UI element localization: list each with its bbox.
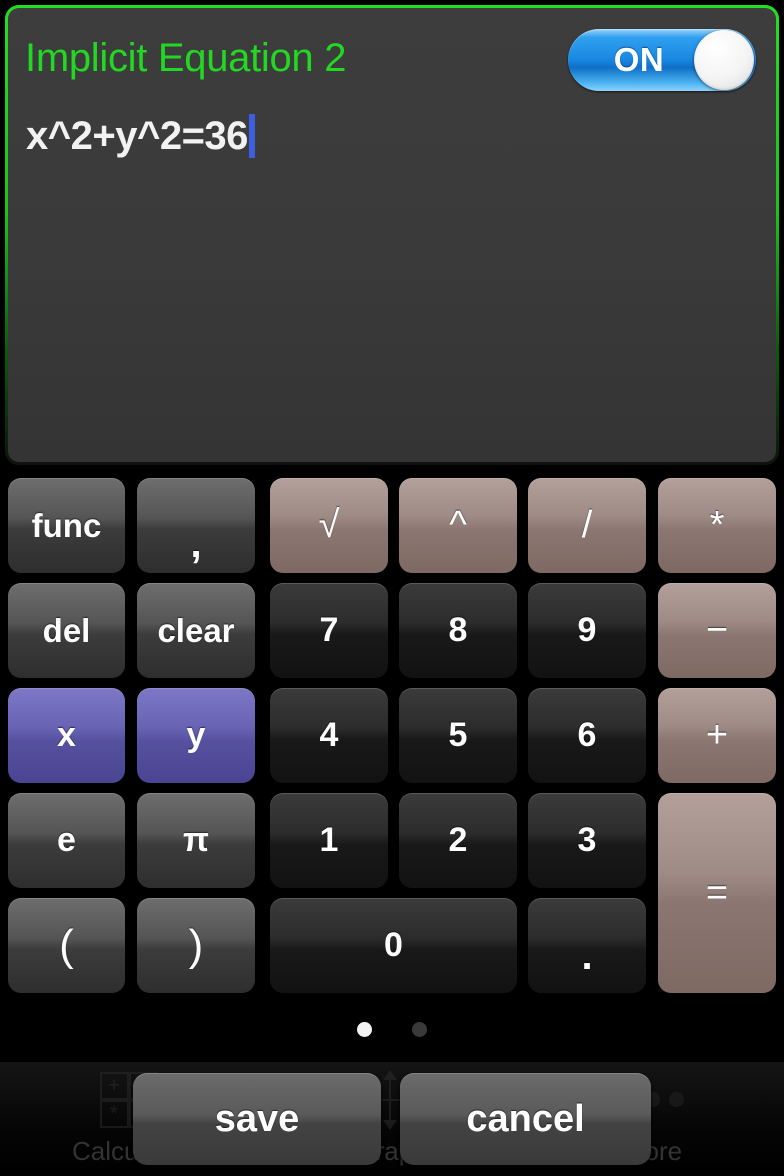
- page-dot-2[interactable]: [412, 1021, 427, 1037]
- keypad-page-indicator[interactable]: [0, 1018, 784, 1040]
- calculator-icon-cell: *: [99, 1099, 129, 1128]
- key-4[interactable]: 4: [270, 688, 388, 783]
- key-plus[interactable]: +: [658, 688, 776, 783]
- page-dot-1[interactable]: [357, 1021, 372, 1037]
- bottom-tab-bar: + − * = Calculator Graph More: [0, 1062, 784, 1176]
- equation-enabled-toggle[interactable]: ON: [568, 29, 756, 91]
- key-label: ^: [449, 504, 467, 546]
- key-label: +: [705, 714, 729, 756]
- key-label: 6: [577, 716, 597, 754]
- key-equals[interactable]: =: [658, 793, 776, 993]
- key-7[interactable]: 7: [270, 583, 388, 678]
- key-label: 2: [448, 821, 468, 859]
- key-5[interactable]: 5: [399, 688, 517, 783]
- key-decimal[interactable]: .: [528, 898, 646, 993]
- key-8[interactable]: 8: [399, 583, 517, 678]
- key-label: 7: [319, 611, 339, 649]
- toggle-on-label: ON: [613, 41, 665, 78]
- key-label: 0: [384, 926, 403, 964]
- key-label: 8: [448, 611, 468, 649]
- key-x[interactable]: x: [8, 688, 125, 783]
- key-sqrt[interactable]: √: [270, 478, 388, 573]
- key-label: 9: [577, 611, 597, 649]
- key-label: −: [705, 609, 729, 651]
- key-label: clear: [157, 611, 235, 649]
- key-caret[interactable]: ^: [399, 478, 517, 573]
- toggle-knob[interactable]: [694, 30, 754, 90]
- key-label: e: [57, 821, 76, 859]
- key-label: x: [57, 716, 76, 754]
- key-label: /: [581, 504, 593, 546]
- key-6[interactable]: 6: [528, 688, 646, 783]
- equation-editor-content: Implicit Equation 2 ON x^2+y^2=36: [8, 8, 776, 462]
- key-multiply[interactable]: *: [658, 478, 776, 573]
- key-label: π: [182, 821, 210, 859]
- key-label: 5: [448, 716, 468, 754]
- equation-input[interactable]: x^2+y^2=36: [26, 108, 255, 164]
- key-label: *: [709, 504, 725, 546]
- key-1[interactable]: 1: [270, 793, 388, 888]
- text-cursor: [248, 114, 255, 158]
- key-close-paren[interactable]: ): [137, 898, 255, 993]
- key-minus[interactable]: −: [658, 583, 776, 678]
- cancel-button[interactable]: cancel: [400, 1073, 651, 1165]
- key-label: (: [59, 920, 74, 970]
- key-label: =: [705, 871, 729, 914]
- key-comma[interactable]: ,: [137, 478, 255, 573]
- key-label: ): [188, 920, 204, 970]
- save-button[interactable]: save: [133, 1073, 381, 1165]
- key-label: √: [318, 504, 340, 546]
- key-label: 1: [319, 821, 339, 859]
- calculator-icon-cell: +: [99, 1071, 129, 1100]
- key-pi[interactable]: π: [137, 793, 255, 888]
- key-label: 4: [319, 716, 339, 754]
- key-label: del: [42, 611, 91, 649]
- key-divide[interactable]: /: [528, 478, 646, 573]
- keypad: func, √ ^ / * del clear 7 8 9 − x y 4 5 6 + e π 1 2 3 = () 0.: [0, 470, 784, 1005]
- key-label: y: [186, 716, 206, 754]
- key-label: 3: [577, 821, 597, 859]
- key-3[interactable]: 3: [528, 793, 646, 888]
- key-y[interactable]: y: [137, 688, 255, 783]
- key-func[interactable]: func: [8, 478, 125, 573]
- key-clear[interactable]: clear: [137, 583, 255, 678]
- key-9[interactable]: 9: [528, 583, 646, 678]
- key-label: .: [581, 934, 593, 978]
- equation-title: Implicit Equation 2: [25, 36, 347, 80]
- key-2[interactable]: 2: [399, 793, 517, 888]
- key-e[interactable]: e: [8, 793, 125, 888]
- key-label: func: [31, 506, 102, 544]
- equation-input-value: x^2+y^2=36: [26, 113, 248, 158]
- key-0[interactable]: 0: [270, 898, 517, 993]
- key-del[interactable]: del: [8, 583, 125, 678]
- key-label: ,: [190, 522, 202, 566]
- key-open-paren[interactable]: (: [8, 898, 125, 993]
